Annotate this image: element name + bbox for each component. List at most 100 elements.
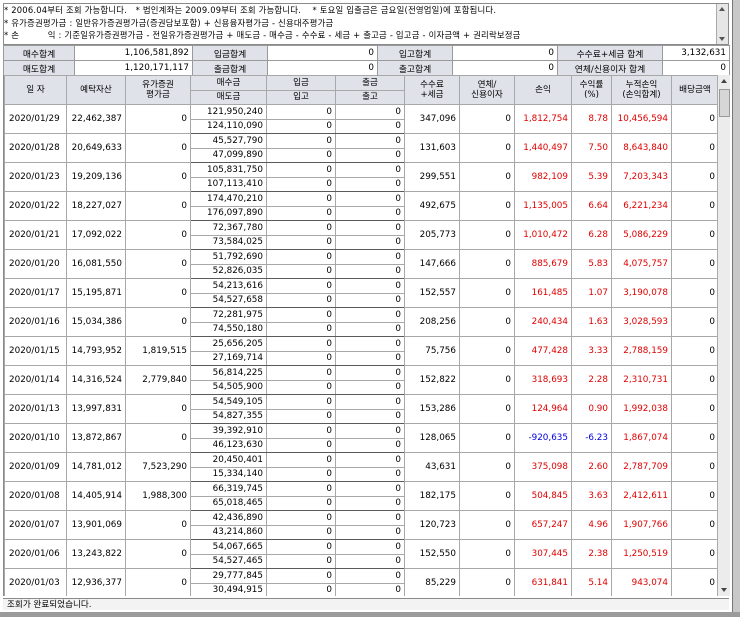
cell-interest: 0 [459, 481, 515, 511]
col-rate[interactable]: 수익률 (%) [571, 75, 612, 105]
col-interest-line1: 연체/ [477, 80, 497, 90]
cell-sell: 107,113,410 [190, 176, 267, 192]
fee-total-value: 3,132,631 [662, 45, 730, 61]
table-row[interactable]: 2020/01/20 16,081,550 0 51,792,690 0 0 147,666… [4, 249, 719, 279]
col-withdraw[interactable]: 출금 [335, 75, 405, 91]
table-row[interactable]: 2020/01/10 13,872,867 0 39,392,910 0 0 128,065… [4, 423, 719, 453]
cell-rate: 5.39 [571, 162, 612, 192]
cell-cumulative: 10,456,594 [611, 104, 672, 134]
cell-in: 0 [266, 466, 336, 482]
table-row[interactable]: 2020/01/08 14,405,914 1,988,300 66,319,745 0… [4, 481, 719, 511]
cell-rate: 8.78 [571, 104, 612, 134]
cell-withdraw: 0 [335, 539, 405, 555]
col-securities-eval[interactable]: 유가증권 평가금 [125, 75, 191, 105]
col-deposit-assets[interactable]: 예탁자산 [66, 75, 126, 105]
cell-interest: 0 [459, 104, 515, 134]
grid-scrollbar[interactable] [717, 75, 730, 596]
cell-buy: 72,367,780 [190, 220, 267, 236]
cell-deposit: 0 [266, 452, 336, 468]
col-interest[interactable]: 연체/신용이자 [459, 75, 515, 105]
table-row[interactable]: 2020/01/06 13,243,822 0 54,067,665 0 0 152,550… [4, 539, 719, 569]
table-row[interactable]: 2020/01/17 15,195,871 0 54,213,616 0 0 152,557… [4, 278, 719, 308]
table-row[interactable]: 2020/01/23 19,209,136 0 105,831,750 0 0 299,55… [4, 162, 719, 192]
table-row[interactable]: 2020/01/28 20,649,633 0 45,527,790 0 0 131,603… [4, 133, 719, 163]
cell-out: 0 [335, 379, 405, 395]
cell-securities-eval: 0 [125, 162, 191, 192]
cell-pnl: 124,964 [514, 394, 572, 424]
cell-interest: 0 [459, 336, 515, 366]
cell-rate: 5.14 [571, 568, 612, 596]
cell-interest: 0 [459, 423, 515, 453]
col-date[interactable]: 일 자 [4, 75, 67, 105]
cell-in: 0 [266, 553, 336, 569]
cell-dividend: 0 [671, 162, 719, 192]
cell-deposit-assets: 15,034,386 [66, 307, 126, 337]
fee-total-label: 수수료+세금 합계 [557, 45, 663, 61]
cell-dividend: 0 [671, 481, 719, 511]
cell-securities-eval: 0 [125, 278, 191, 308]
cell-securities-eval: 0 [125, 394, 191, 424]
cell-fee: 152,822 [404, 365, 460, 395]
cell-buy: 72,281,975 [190, 307, 267, 323]
table-row[interactable]: 2020/01/13 13,997,831 0 54,549,105 0 0 153,286… [4, 394, 719, 424]
cell-deposit-assets: 18,227,027 [66, 191, 126, 221]
table-row[interactable]: 2020/01/15 14,793,952 1,819,515 25,656,205 0… [4, 336, 719, 366]
scroll-down-arrow-icon[interactable] [719, 37, 725, 41]
col-out[interactable]: 출고 [335, 89, 405, 105]
table-row[interactable]: 2020/01/07 13,901,069 0 42,436,890 0 0 120,723… [4, 510, 719, 540]
buy-total-value: 1,106,581,892 [74, 45, 193, 61]
cell-pnl: -920,635 [514, 423, 572, 453]
cell-withdraw: 0 [335, 162, 405, 178]
col-cumulative[interactable]: 누적손익 (손익합계) [611, 75, 672, 105]
cell-deposit: 0 [266, 133, 336, 149]
cell-withdraw: 0 [335, 452, 405, 468]
col-in[interactable]: 입고 [266, 89, 336, 105]
col-sell[interactable]: 매도금 [190, 89, 267, 105]
table-row[interactable]: 2020/01/22 18,227,027 0 174,470,210 0 0 492,67… [4, 191, 719, 221]
cell-interest: 0 [459, 278, 515, 308]
cell-out: 0 [335, 466, 405, 482]
cell-out: 0 [335, 350, 405, 366]
col-dividend[interactable]: 배당금액 [671, 75, 719, 105]
col-deposit[interactable]: 입금 [266, 75, 336, 91]
table-row[interactable]: 2020/01/09 14,781,012 7,523,290 20,450,401 0… [4, 452, 719, 482]
withdraw-total-value: 0 [267, 60, 378, 76]
scroll-down-arrow-icon[interactable] [721, 588, 727, 592]
cell-pnl: 161,485 [514, 278, 572, 308]
cell-date: 2020/01/14 [4, 365, 67, 395]
cell-pnl: 1,440,497 [514, 133, 572, 163]
cell-pnl: 240,434 [514, 307, 572, 337]
col-fee[interactable]: 수수료 +세금 [404, 75, 460, 105]
deposit-total-label: 입금합계 [192, 45, 268, 61]
cell-securities-eval: 0 [125, 220, 191, 250]
col-buy[interactable]: 매수금 [190, 75, 267, 91]
cell-out: 0 [335, 321, 405, 337]
interest-total-value: 0 [662, 60, 730, 76]
cell-date: 2020/01/23 [4, 162, 67, 192]
scroll-up-arrow-icon[interactable] [719, 7, 725, 11]
out-total-label: 출고합계 [377, 60, 453, 76]
table-row[interactable]: 2020/01/14 14,316,524 2,779,840 56,814,225 0… [4, 365, 719, 395]
table-row[interactable]: 2020/01/16 15,034,386 0 72,281,975 0 0 208,256… [4, 307, 719, 337]
table-row[interactable]: 2020/01/21 17,092,022 0 72,367,780 0 0 205,773… [4, 220, 719, 250]
cell-securities-eval: 1,988,300 [125, 481, 191, 511]
cell-cumulative: 1,992,038 [611, 394, 672, 424]
cell-dividend: 0 [671, 365, 719, 395]
cell-withdraw: 0 [335, 365, 405, 381]
cell-deposit-assets: 15,195,871 [66, 278, 126, 308]
cell-buy: 42,436,890 [190, 510, 267, 526]
cell-pnl: 1,135,005 [514, 191, 572, 221]
table-row[interactable]: 2020/01/03 12,936,377 0 29,777,845 0 0 85,229 0… [4, 568, 719, 596]
col-pnl[interactable]: 손익 [514, 75, 572, 105]
cell-rate: 1.63 [571, 307, 612, 337]
background-window-edge [0, 612, 740, 617]
table-row[interactable]: 2020/01/29 22,462,387 0 121,950,240 0 0 347,09… [4, 104, 719, 134]
notice-scrollbar[interactable] [716, 4, 728, 44]
cell-deposit-assets: 14,405,914 [66, 481, 126, 511]
scroll-thumb[interactable] [719, 89, 730, 117]
cell-deposit: 0 [266, 568, 336, 584]
scroll-up-arrow-icon[interactable] [721, 79, 727, 83]
daily-profit-grid[interactable]: 일 자 예탁자산 유가증권 평가금 매수금 입금 출금 수수료 +세금 연체/신용이… [3, 75, 730, 596]
cell-sell: 54,527,465 [190, 553, 267, 569]
sell-total-value: 1,120,171,117 [74, 60, 193, 76]
